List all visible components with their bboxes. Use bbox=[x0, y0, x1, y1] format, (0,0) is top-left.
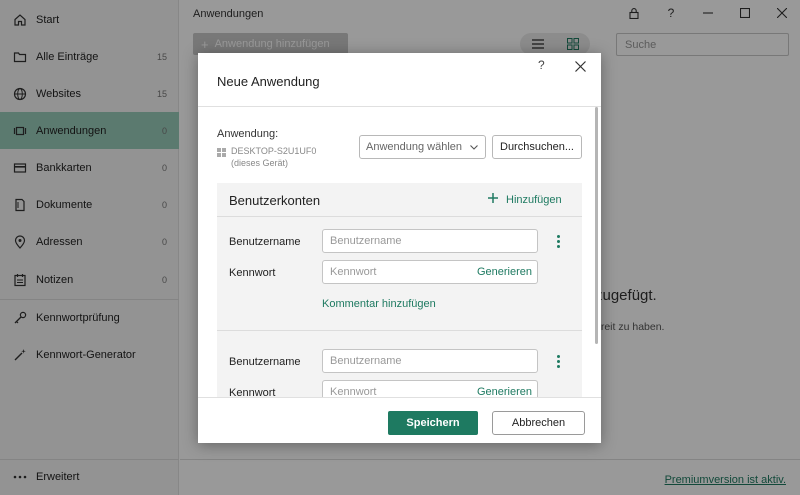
entry-menu-icon[interactable] bbox=[554, 233, 562, 249]
entry-divider bbox=[217, 330, 582, 331]
device-note: (dieses Gerät) bbox=[231, 158, 289, 168]
username-label: Benutzername bbox=[229, 356, 301, 368]
username-placeholder: Benutzername bbox=[330, 235, 402, 247]
dialog-help-icon[interactable]: ? bbox=[538, 58, 545, 72]
add-comment-link[interactable]: Kommentar hinzufügen bbox=[322, 298, 436, 310]
add-account-label: Hinzufügen bbox=[506, 193, 562, 206]
password-label: Kennwort bbox=[229, 387, 276, 397]
cancel-button[interactable]: Abbrechen bbox=[492, 411, 585, 435]
chevron-down-icon bbox=[470, 141, 478, 153]
new-application-dialog: ? Neue Anwendung Anwendung: DESKTOP-S2U1… bbox=[198, 53, 601, 443]
password-field[interactable]: Kennwort Generieren bbox=[322, 260, 538, 284]
accounts-header-divider bbox=[217, 216, 582, 217]
application-label: Anwendung: bbox=[217, 128, 279, 140]
save-button[interactable]: Speichern bbox=[388, 411, 478, 435]
password-field[interactable]: Kennwort Generieren bbox=[322, 380, 538, 397]
user-accounts-title: Benutzerkonten bbox=[229, 193, 321, 208]
dialog-body: Anwendung: DESKTOP-S2U1UF0 (dieses Gerät… bbox=[198, 107, 601, 397]
username-label: Benutzername bbox=[229, 236, 301, 248]
username-field[interactable]: Benutzername bbox=[322, 349, 538, 373]
dialog-title: Neue Anwendung bbox=[217, 74, 320, 89]
close-icon[interactable] bbox=[572, 58, 588, 74]
add-account-button[interactable]: Hinzufügen bbox=[488, 193, 562, 206]
password-placeholder: Kennwort bbox=[330, 386, 377, 397]
windows-icon bbox=[217, 148, 226, 169]
application-select-label: Anwendung wählen bbox=[366, 141, 463, 153]
generate-password-button[interactable]: Generieren bbox=[477, 266, 532, 278]
password-placeholder: Kennwort bbox=[330, 266, 377, 278]
browse-button[interactable]: Durchsuchen... bbox=[492, 135, 582, 159]
username-placeholder: Benutzername bbox=[330, 355, 402, 367]
password-label: Kennwort bbox=[229, 267, 276, 279]
entry-menu-icon[interactable] bbox=[554, 353, 562, 369]
application-select[interactable]: Anwendung wählen bbox=[359, 135, 486, 159]
device-name: DESKTOP-S2U1UF0 bbox=[231, 146, 317, 156]
device-info: DESKTOP-S2U1UF0 (dieses Gerät) bbox=[217, 145, 316, 169]
dialog-footer-divider bbox=[198, 397, 601, 398]
username-field[interactable]: Benutzername bbox=[322, 229, 538, 253]
user-accounts-section: Benutzerkonten Hinzufügen Benutzername B… bbox=[217, 183, 582, 397]
generate-password-button[interactable]: Generieren bbox=[477, 386, 532, 397]
plus-icon bbox=[488, 193, 498, 206]
dialog-scrollbar[interactable] bbox=[595, 107, 598, 344]
